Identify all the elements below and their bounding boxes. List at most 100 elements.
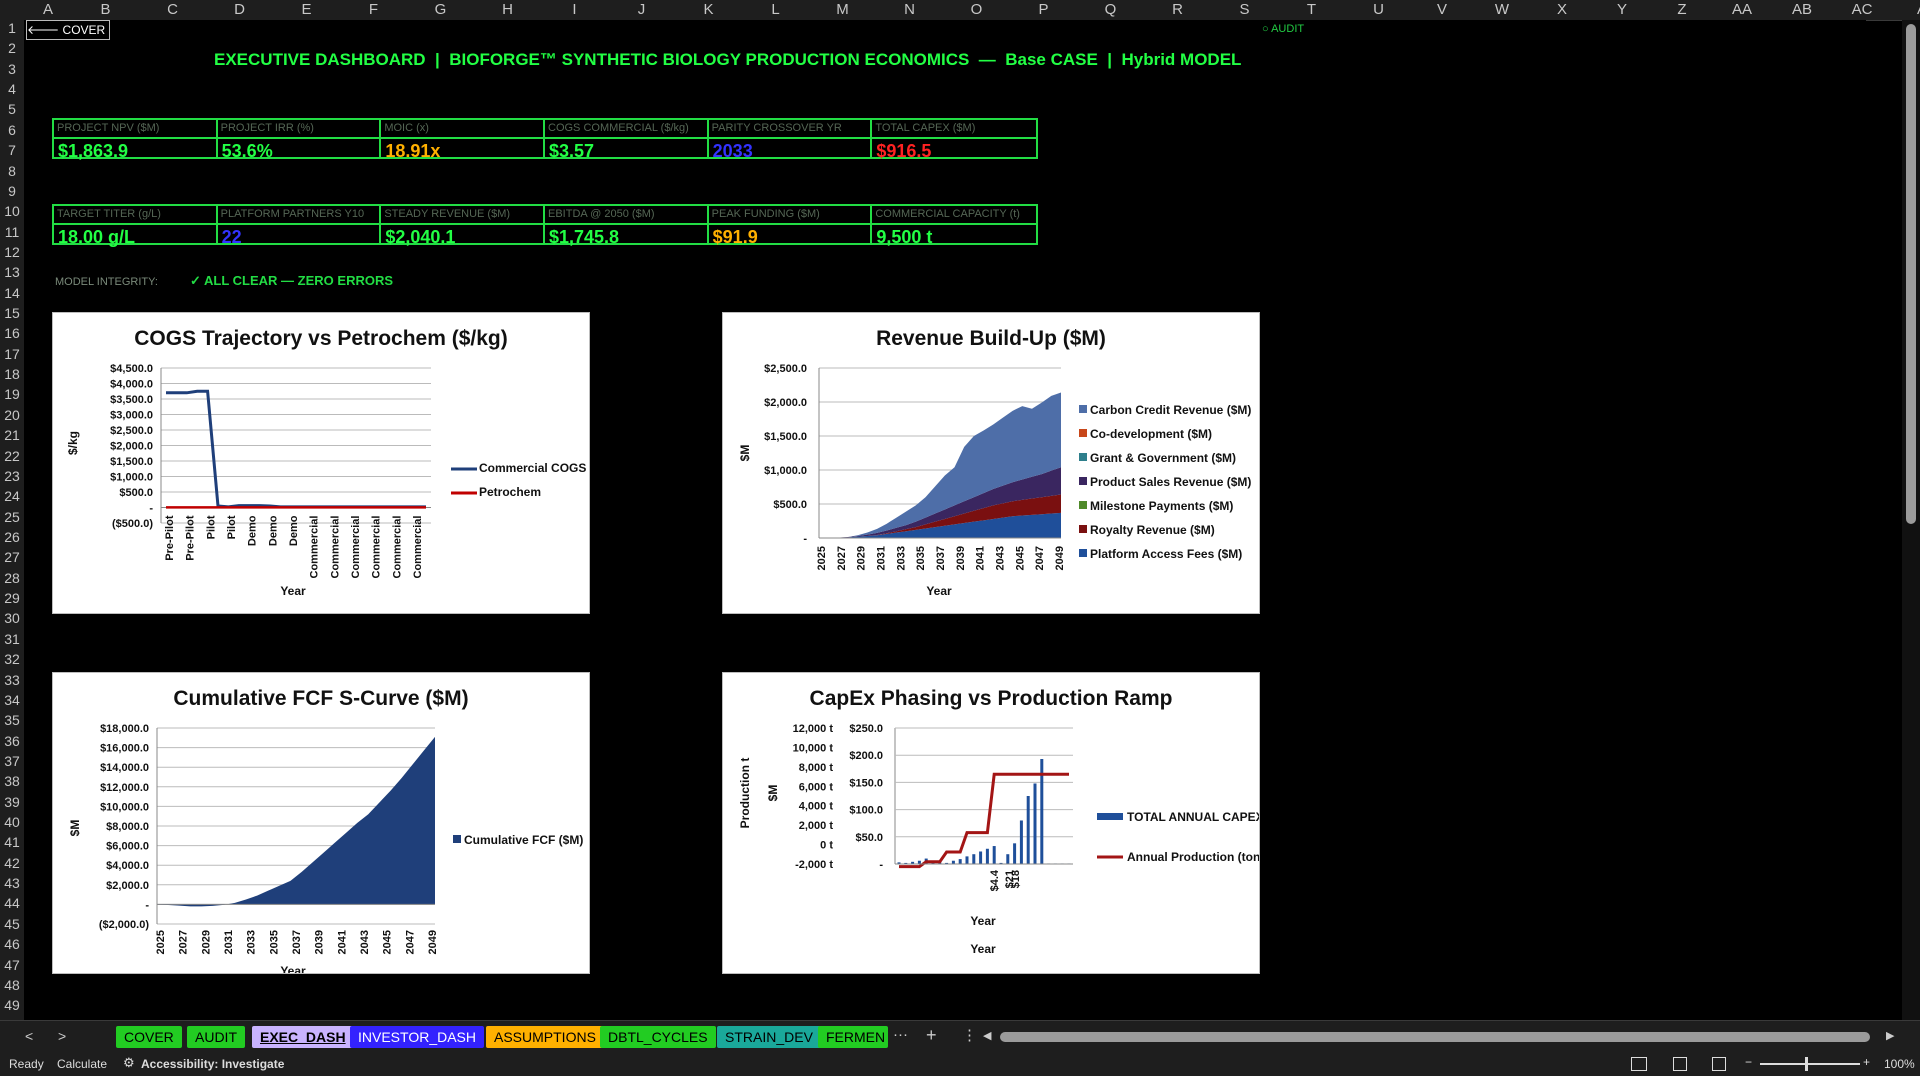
column-header[interactable]: K <box>675 0 742 20</box>
status-calculate[interactable]: Calculate <box>57 1057 107 1071</box>
page-break-icon[interactable] <box>1712 1057 1726 1071</box>
column-header[interactable]: AC <box>1832 0 1892 20</box>
hscroll-left-icon[interactable]: ◀ <box>983 1029 991 1042</box>
column-header[interactable]: L <box>742 0 809 20</box>
row-header[interactable]: 31 <box>0 631 24 647</box>
back-to-cover-link[interactable]: 🡐 COVER <box>26 20 111 40</box>
chart-capex-vs-production[interactable]: CapEx Phasing vs Production Ramp 12,000 t… <box>722 672 1260 974</box>
column-header[interactable]: Z <box>1652 0 1712 20</box>
column-header[interactable]: AB <box>1772 0 1832 20</box>
row-header[interactable]: 29 <box>0 590 24 606</box>
more-tabs-icon[interactable]: ··· <box>893 1026 908 1043</box>
column-header[interactable]: T <box>1278 0 1345 20</box>
row-header[interactable]: 16 <box>0 325 24 341</box>
row-header[interactable]: 11 <box>0 224 24 240</box>
row-header[interactable]: 22 <box>0 448 24 464</box>
row-header[interactable]: 25 <box>0 509 24 525</box>
row-header[interactable]: 23 <box>0 468 24 484</box>
column-header[interactable]: V <box>1412 0 1472 20</box>
status-accessibility[interactable]: Accessibility: Investigate <box>141 1057 284 1071</box>
tab-scroll-left-icon[interactable]: < <box>25 1028 33 1044</box>
row-header[interactable]: 15 <box>0 305 24 321</box>
row-header[interactable]: 5 <box>0 101 24 117</box>
sheet-tab[interactable]: AUDIT <box>187 1026 245 1048</box>
sheet-tab[interactable]: ASSUMPTIONS <box>486 1026 604 1048</box>
row-header[interactable]: 21 <box>0 427 24 443</box>
column-header[interactable]: D <box>206 0 273 20</box>
column-header[interactable]: B <box>72 0 139 20</box>
column-header[interactable]: P <box>1010 0 1077 20</box>
tab-options-icon[interactable]: ⋮ <box>962 1026 977 1044</box>
row-header[interactable]: 7 <box>0 142 24 158</box>
row-header[interactable]: 39 <box>0 794 24 810</box>
row-header[interactable]: 32 <box>0 651 24 667</box>
row-header[interactable]: 9 <box>0 183 24 199</box>
page-layout-icon[interactable] <box>1673 1057 1687 1071</box>
column-header[interactable]: A <box>1892 0 1920 20</box>
sheet-tab[interactable]: INVESTOR_DASH <box>350 1026 484 1048</box>
row-header[interactable]: 18 <box>0 366 24 382</box>
zoom-in-icon[interactable]: + <box>1863 1055 1870 1069</box>
zoom-slider-thumb[interactable] <box>1805 1057 1808 1071</box>
zoom-level[interactable]: 100% <box>1884 1057 1915 1071</box>
add-sheet-icon[interactable]: + <box>926 1025 937 1046</box>
row-header[interactable]: 17 <box>0 346 24 362</box>
zoom-slider[interactable] <box>1760 1063 1860 1065</box>
column-header[interactable]: C <box>139 0 206 20</box>
column-header[interactable]: A <box>24 0 72 20</box>
row-header[interactable]: 49 <box>0 997 24 1013</box>
sheet-tab[interactable]: COVER <box>116 1026 182 1048</box>
chart-cogs-trajectory[interactable]: COGS Trajectory vs Petrochem ($/kg) $4,50… <box>52 312 590 614</box>
column-header[interactable]: I <box>541 0 608 20</box>
column-header[interactable]: O <box>943 0 1010 20</box>
row-header[interactable]: 30 <box>0 610 24 626</box>
row-header[interactable]: 43 <box>0 875 24 891</box>
row-header[interactable]: 28 <box>0 570 24 586</box>
row-header[interactable]: 46 <box>0 936 24 952</box>
row-header[interactable]: 8 <box>0 163 24 179</box>
row-header[interactable]: 41 <box>0 834 24 850</box>
row-header[interactable]: 34 <box>0 692 24 708</box>
sheet-tab[interactable]: FERMEN <box>818 1026 888 1048</box>
column-header[interactable]: S <box>1211 0 1278 20</box>
sheet-tab[interactable]: STRAIN_DEV <box>717 1026 821 1048</box>
column-header[interactable]: U <box>1345 0 1412 20</box>
row-header[interactable]: 26 <box>0 529 24 545</box>
row-header[interactable]: 24 <box>0 488 24 504</box>
row-header[interactable]: 20 <box>0 407 24 423</box>
row-header[interactable]: 44 <box>0 895 24 911</box>
column-header[interactable]: X <box>1532 0 1592 20</box>
row-header[interactable]: 6 <box>0 122 24 138</box>
vertical-scrollbar[interactable] <box>1902 20 1920 1020</box>
vertical-scroll-thumb[interactable] <box>1906 24 1916 524</box>
chart-revenue-buildup[interactable]: Revenue Build-Up ($M) $2,500.0 $2,000.0 $1,… <box>722 312 1260 614</box>
column-header[interactable]: Q <box>1077 0 1144 20</box>
row-header[interactable]: 2 <box>0 40 24 56</box>
sheet-grid[interactable]: 🡐 COVER ○ AUDIT EXECUTIVE DASHBOARD | BI… <box>24 20 1866 1020</box>
row-header[interactable]: 45 <box>0 916 24 932</box>
horizontal-scrollbar[interactable] <box>1000 1032 1870 1042</box>
normal-view-icon[interactable] <box>1631 1057 1647 1071</box>
row-header[interactable]: 12 <box>0 244 24 260</box>
row-header[interactable]: 42 <box>0 855 24 871</box>
sheet-tab[interactable]: EXEC_DASH <box>252 1026 354 1048</box>
sheet-tab[interactable]: DBTL_CYCLES <box>600 1026 716 1048</box>
hscroll-right-icon[interactable]: ▶ <box>1886 1029 1894 1042</box>
row-header[interactable]: 48 <box>0 977 24 993</box>
row-header[interactable]: 4 <box>0 81 24 97</box>
row-header[interactable]: 47 <box>0 957 24 973</box>
row-header[interactable]: 37 <box>0 753 24 769</box>
column-header[interactable]: H <box>474 0 541 20</box>
zoom-out-icon[interactable]: − <box>1745 1055 1752 1069</box>
row-header[interactable]: 13 <box>0 264 24 280</box>
row-header[interactable]: 38 <box>0 773 24 789</box>
chart-cumulative-fcf[interactable]: Cumulative FCF S-Curve ($M) $18,000.0 $16,… <box>52 672 590 974</box>
column-header[interactable]: G <box>407 0 474 20</box>
row-header[interactable]: 1 <box>0 20 24 36</box>
column-header[interactable]: N <box>876 0 943 20</box>
row-header[interactable]: 14 <box>0 285 24 301</box>
row-header[interactable]: 19 <box>0 386 24 402</box>
audit-link[interactable]: ○ AUDIT <box>1262 23 1304 35</box>
column-header[interactable]: W <box>1472 0 1532 20</box>
row-header[interactable]: 27 <box>0 549 24 565</box>
